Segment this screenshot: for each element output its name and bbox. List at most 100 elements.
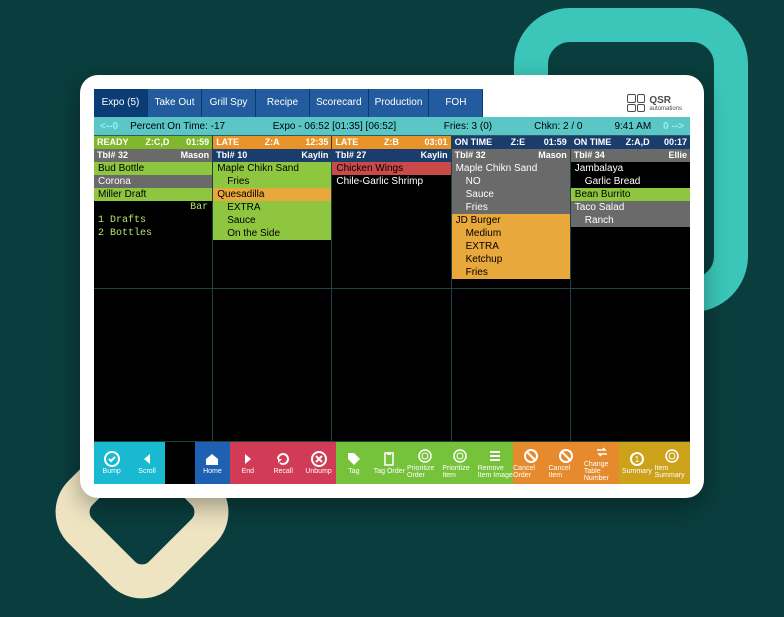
order-item[interactable]: 2 Bottles: [94, 227, 212, 240]
order-item[interactable]: Sauce: [452, 188, 570, 201]
order-item[interactable]: 1 Drafts: [94, 214, 212, 227]
toolbar-label: Tag: [348, 468, 359, 475]
toolbar-label: Item Summary: [655, 465, 690, 479]
toolbar-end[interactable]: End: [230, 442, 265, 484]
order-item[interactable]: Chicken Wings: [332, 162, 450, 175]
order-subheader: Tbl# 10Kaylin: [213, 149, 331, 162]
toolbar-tag[interactable]: Tag: [336, 442, 371, 484]
sum-icon: 1: [629, 451, 645, 467]
order-header: ON TIMEZ:A,D00:17: [571, 136, 690, 149]
left-icon: [139, 451, 155, 467]
tab-foh[interactable]: FOH: [429, 89, 483, 117]
toolbar-change-table-number[interactable]: Change Table Number: [584, 442, 619, 484]
order-subheader: Tbl# 27Kaylin: [332, 149, 450, 162]
toolbar-prioritize-item[interactable]: Prioritize Item: [442, 442, 477, 484]
order-item[interactable]: On the Side: [213, 227, 331, 240]
order-item[interactable]: Fries: [452, 266, 570, 279]
order-column[interactable]: LATEZ:A12:35Tbl# 10KaylinMaple Chikn San…: [213, 136, 332, 442]
order-item[interactable]: Bar: [94, 201, 212, 214]
toolbar-tag-order[interactable]: Tag Order: [372, 442, 407, 484]
tag-icon: [346, 451, 362, 467]
order-item[interactable]: Ketchup: [452, 253, 570, 266]
toolbar-home[interactable]: Home: [195, 442, 230, 484]
toolbar-label: Scroll: [138, 468, 156, 475]
tab-production[interactable]: Production: [369, 89, 430, 117]
order-item[interactable]: Medium: [452, 227, 570, 240]
toolbar-bump[interactable]: Bump: [94, 442, 129, 484]
order-item[interactable]: Miller Draft: [94, 188, 212, 201]
toolbar-label: Prioritize Item: [442, 465, 477, 479]
toolbar-gap: [165, 442, 195, 484]
toolbar-cancel-order[interactable]: Cancel Order: [513, 442, 548, 484]
order-item[interactable]: Fries: [452, 201, 570, 214]
toolbar-label: Recall: [273, 468, 292, 475]
status-time: 9:41 AM: [608, 121, 657, 132]
svg-text:1: 1: [635, 455, 640, 464]
order-item[interactable]: Garlic Bread: [571, 175, 690, 188]
order-header: READYZ:C,D01:59: [94, 136, 212, 149]
order-item[interactable]: Bud Bottle: [94, 162, 212, 175]
status-right-arrow[interactable]: 0 -->: [657, 121, 690, 132]
toolbar-summary[interactable]: 1 Summary: [619, 442, 654, 484]
order-item[interactable]: EXTRA: [213, 201, 331, 214]
brand-logo: QSR automations: [619, 89, 690, 117]
order-item[interactable]: NO: [452, 175, 570, 188]
order-item[interactable]: Fries: [213, 175, 331, 188]
logo-text: QSR: [649, 95, 682, 106]
order-item[interactable]: EXTRA: [452, 240, 570, 253]
order-column[interactable]: LATEZ:B03:01Tbl# 27KaylinChicken WingsCh…: [332, 136, 451, 442]
status-percent: Percent On Time: -17: [124, 121, 231, 132]
order-item[interactable]: Bean Burrito: [571, 188, 690, 201]
toolbar-label: Unbump: [305, 468, 331, 475]
tablet-frame: Expo (5)Take OutGrill SpyRecipeScorecard…: [80, 75, 704, 498]
toolbar-unbump[interactable]: Unbump: [301, 442, 336, 484]
cancel-icon: [558, 448, 574, 464]
toolbar-label: Summary: [622, 468, 652, 475]
toolbar-recall[interactable]: Recall: [266, 442, 301, 484]
order-column-empty: [332, 289, 450, 442]
status-expo: Expo - 06:52 [01:35] [06:52]: [231, 121, 438, 132]
toolbar-scroll[interactable]: Scroll: [129, 442, 164, 484]
swap-icon: [594, 444, 610, 460]
order-column[interactable]: ON TIMEZ:A,D00:17Tbl# 34EllieJambalayaGa…: [571, 136, 690, 442]
home-icon: [204, 451, 220, 467]
order-item[interactable]: Quesadilla: [213, 188, 331, 201]
status-fries: Fries: 3 (0): [438, 121, 498, 132]
plate-icon: [452, 448, 468, 464]
order-item[interactable]: JD Burger: [452, 214, 570, 227]
toolbar-cancel-item[interactable]: Cancel Item: [549, 442, 584, 484]
order-item[interactable]: Maple Chikn Sand: [452, 162, 570, 175]
toolbar-label: Home: [203, 468, 222, 475]
order-column[interactable]: ON TIMEZ:E01:59Tbl# 32MasonMaple Chikn S…: [452, 136, 571, 442]
tabs-spacer: [483, 89, 619, 117]
toolbar-item-summary[interactable]: Item Summary: [655, 442, 690, 484]
order-item[interactable]: Jambalaya: [571, 162, 690, 175]
order-item[interactable]: Ranch: [571, 214, 690, 227]
clipboard-icon: [381, 451, 397, 467]
status-left-arrow[interactable]: <--0: [94, 121, 124, 132]
plate-icon: [664, 448, 680, 464]
check-icon: [104, 451, 120, 467]
cancel-icon: [523, 448, 539, 464]
order-item[interactable]: Maple Chikn Sand: [213, 162, 331, 175]
order-item[interactable]: Taco Salad: [571, 201, 690, 214]
tab-recipe[interactable]: Recipe: [256, 89, 310, 117]
toolbar-remove-item-image[interactable]: Remove Item Image: [478, 442, 513, 484]
order-item[interactable]: Chile-Garlic Shrimp: [332, 175, 450, 188]
tab-take-out[interactable]: Take Out: [148, 89, 202, 117]
tab-expo-5-[interactable]: Expo (5): [94, 89, 148, 117]
order-subheader: Tbl# 34Ellie: [571, 149, 690, 162]
order-column-empty: [94, 289, 212, 442]
order-column[interactable]: READYZ:C,D01:59Tbl# 32MasonBud BottleCor…: [94, 136, 213, 442]
order-item[interactable]: Corona: [94, 175, 212, 188]
toolbar-label: Tag Order: [374, 468, 405, 475]
top-tab-bar: Expo (5)Take OutGrill SpyRecipeScorecard…: [94, 89, 690, 117]
toolbar-label: Prioritize Order: [407, 465, 442, 479]
toolbar-prioritize-order[interactable]: Prioritize Order: [407, 442, 442, 484]
tab-scorecard[interactable]: Scorecard: [310, 89, 369, 117]
tab-grill-spy[interactable]: Grill Spy: [202, 89, 256, 117]
bottom-toolbar: Bump Scroll Home End Recall Unbump Tag Tag Orde…: [94, 442, 690, 484]
logo-icon: [627, 94, 645, 112]
order-item[interactable]: Sauce: [213, 214, 331, 227]
order-header: ON TIMEZ:E01:59: [452, 136, 570, 149]
